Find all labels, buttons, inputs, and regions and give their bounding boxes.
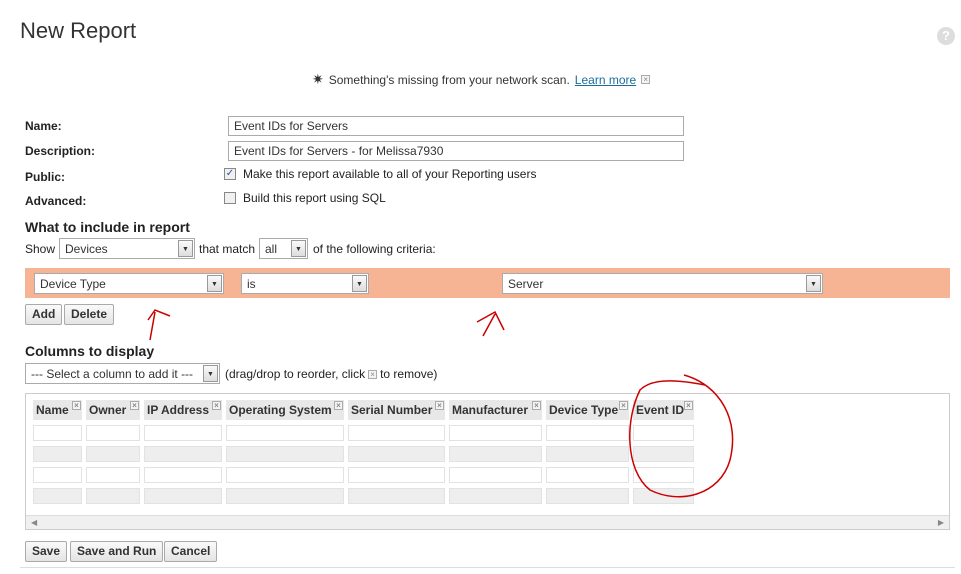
- cancel-button[interactable]: Cancel: [164, 541, 218, 562]
- red-annotations: [147, 309, 734, 498]
- save-button[interactable]: Save: [25, 541, 68, 562]
- save-and-run-button[interactable]: Save and Run: [70, 541, 164, 562]
- divider: [20, 567, 955, 568]
